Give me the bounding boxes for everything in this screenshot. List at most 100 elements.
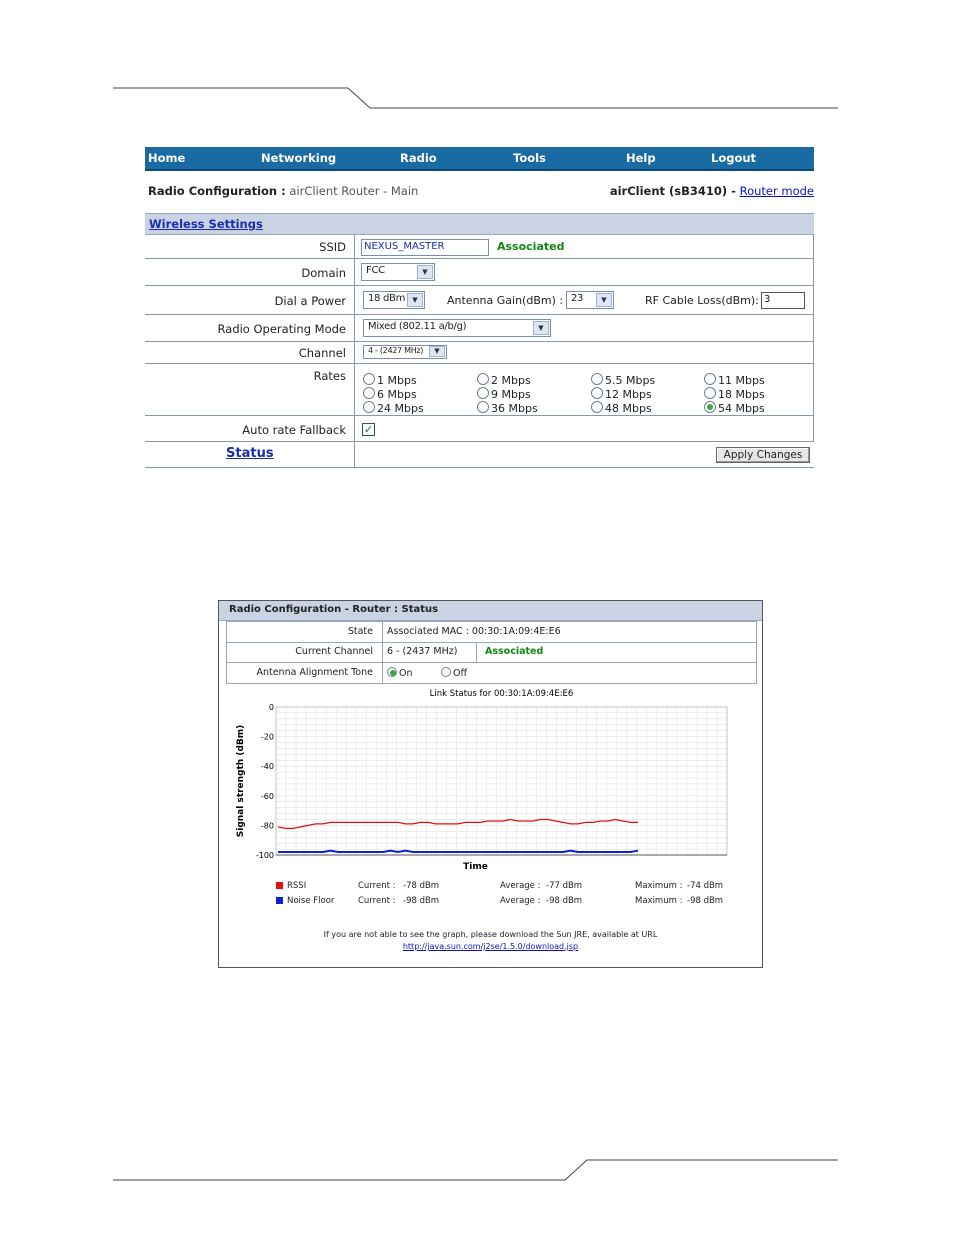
device-name: airClient (sB3410) - (609, 184, 736, 198)
wireless-settings-header: Wireless Settings (145, 213, 814, 235)
rate-option[interactable]: 18 Mbps (704, 387, 765, 401)
antenna-gain-value: 23 (571, 293, 584, 304)
device-info: airClient (sB3410) - Router mode (610, 184, 814, 198)
radio-icon (363, 387, 375, 399)
antenna-gain-select[interactable]: 23 ▼ (566, 291, 614, 309)
nav-home[interactable]: Home (148, 151, 185, 165)
wireless-settings-link[interactable]: Wireless Settings (149, 217, 263, 231)
rate-label: 2 Mbps (491, 374, 531, 387)
y-tick-label: -80 (261, 821, 274, 830)
legend-noise-current: -98 dBm (403, 896, 440, 906)
nav-radio[interactable]: Radio (400, 151, 437, 165)
row-border (813, 342, 814, 363)
rate-option[interactable]: 48 Mbps (591, 401, 652, 415)
legend-rssi-average-label: Average : (500, 881, 541, 891)
nav-tools[interactable]: Tools (513, 151, 546, 165)
chevron-down-icon: ▼ (417, 265, 433, 279)
col-divider (354, 364, 355, 415)
nav-logout[interactable]: Logout (711, 151, 756, 165)
nav-help[interactable]: Help (626, 151, 656, 165)
status-link[interactable]: Status (226, 446, 274, 461)
rate-label: 36 Mbps (491, 402, 538, 415)
rate-label: 1 Mbps (377, 374, 417, 387)
domain-select[interactable]: FCC ▼ (361, 263, 435, 281)
rate-option[interactable]: 9 Mbps (477, 387, 531, 401)
rate-option[interactable]: 5.5 Mbps (591, 373, 655, 387)
state-label: State (347, 626, 373, 637)
legend-rssi: RSSI Current : -78 dBm Average : -77 dBm… (276, 881, 756, 893)
rate-option[interactable]: 24 Mbps (363, 401, 424, 415)
power-row: Dial a Power 18 dBm ▼ Antenna Gain(dBm) :… (145, 286, 814, 315)
router-mode-link[interactable]: Router mode (740, 184, 814, 198)
legend-noise-name: Noise Floor (287, 896, 335, 906)
ssid-input[interactable]: NEXUS_MASTER (361, 239, 489, 256)
col-divider (382, 622, 383, 642)
mode-label: Radio Operating Mode (217, 322, 346, 336)
mode-select[interactable]: Mixed (802.11 a/b/g) ▼ (363, 319, 551, 337)
status-panel: Radio Configuration - Router : Status St… (218, 600, 763, 968)
tone-off-label: Off (453, 668, 468, 679)
rate-option[interactable]: 6 Mbps (363, 387, 417, 401)
nav-networking[interactable]: Networking (261, 151, 336, 165)
page-footer-rule (113, 1159, 838, 1181)
rf-cable-value: 3 (764, 294, 771, 305)
chevron-down-icon: ▼ (533, 321, 549, 335)
rate-label: 9 Mbps (491, 388, 531, 401)
row-border (813, 416, 814, 441)
rate-option[interactable]: 12 Mbps (591, 387, 652, 401)
rate-label: 6 Mbps (377, 388, 417, 401)
y-tick-label: -100 (256, 851, 274, 860)
tone-off-option[interactable]: Off (441, 667, 467, 679)
tone-label: Antenna Alignment Tone (256, 667, 373, 678)
row-border (813, 259, 814, 285)
radio-icon (363, 401, 375, 413)
rate-label: 12 Mbps (605, 388, 652, 401)
plot-frame (275, 706, 728, 856)
chevron-down-icon: ▼ (429, 346, 445, 357)
domain-value: FCC (366, 265, 385, 276)
fallback-checkbox[interactable]: ✓ (362, 423, 375, 436)
rate-option[interactable]: 11 Mbps (704, 373, 765, 387)
col-divider (354, 315, 355, 341)
legend-noise: Noise Floor Current : -98 dBm Average : … (276, 896, 756, 908)
chevron-down-icon: ▼ (596, 293, 612, 307)
rate-label: 5.5 Mbps (605, 374, 656, 387)
mode-value: Mixed (802.11 a/b/g) (368, 321, 467, 332)
legend-noise-average: -98 dBm (546, 896, 583, 906)
rf-cable-input[interactable]: 3 (761, 292, 805, 309)
current-channel-value: 6 - (2437 MHz) (387, 646, 458, 657)
page-title-bold: Radio Configuration : (148, 184, 286, 198)
col-divider (476, 642, 477, 662)
ssid-status: Associated (497, 240, 565, 253)
jre-download-link[interactable]: http://java.sun.com/j2se/1.5.0/download.… (219, 942, 762, 951)
tone-on-option[interactable]: On (387, 667, 413, 679)
power-select[interactable]: 18 dBm ▼ (363, 291, 425, 309)
top-nav: Home Networking Radio Tools Help Logout (145, 147, 814, 171)
status-panel-header: Radio Configuration - Router : Status (219, 601, 762, 621)
ssid-row: SSID NEXUS_MASTER Associated (145, 234, 814, 259)
col-divider (382, 663, 383, 683)
rate-option[interactable]: 2 Mbps (477, 373, 531, 387)
rate-option[interactable]: 1 Mbps (363, 373, 417, 387)
channel-label: Channel (298, 346, 346, 360)
legend-rssi-name: RSSI (287, 881, 307, 891)
tone-row: Antenna Alignment Tone On Off (226, 663, 757, 684)
rate-label: 11 Mbps (718, 374, 765, 387)
radio-icon (704, 373, 716, 385)
state-row: State Associated MAC : 00:30:1A:09:4E:E6 (226, 621, 757, 643)
apply-changes-button[interactable]: Apply Changes (716, 447, 810, 463)
series-line-noise-floor (278, 849, 639, 854)
radio-icon (441, 667, 451, 677)
channel-select[interactable]: 4 - (2427 MHz) ▼ (363, 345, 447, 359)
col-divider (382, 642, 383, 662)
rate-option[interactable]: 36 Mbps (477, 401, 538, 415)
y-tick-label: -20 (261, 733, 274, 742)
rates-row: Rates 1 Mbps 2 Mbps 5.5 Mbps 11 Mbps 6 M… (145, 364, 814, 416)
row-border (813, 364, 814, 415)
radio-icon (591, 387, 603, 399)
checkmark-icon: ✓ (363, 423, 374, 436)
y-tick-label: 0 (269, 703, 274, 712)
rate-label: 18 Mbps (718, 388, 765, 401)
rate-option-selected[interactable]: 54 Mbps (704, 401, 765, 415)
power-label: Dial a Power (274, 294, 346, 308)
